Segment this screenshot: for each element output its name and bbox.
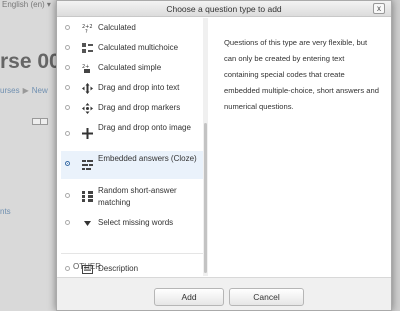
question-type-label: Drag and drop markers [98,103,181,112]
list-item-drag-drop-image[interactable]: Drag and drop onto image [61,120,203,148]
block-control-icon[interactable] [32,118,48,125]
question-type-label: Random short-answer matching [98,186,177,207]
radio-drag-drop-image[interactable] [65,131,70,136]
list-item-description-row[interactable]: Description [61,262,203,276]
radio-calculated[interactable] [65,25,70,30]
select-missing-words-icon [84,221,91,226]
embedded-answers-icon [82,160,93,170]
radio-calculated-multichoice[interactable] [65,45,70,50]
radio-embedded-answers[interactable] [65,161,70,166]
question-type-label: Embedded answers (Cloze) [98,154,197,163]
radio-select-missing-words[interactable] [65,220,70,225]
add-button[interactable]: Add [154,288,224,306]
calculated-multichoice-icon [82,43,93,53]
course-title: rse 00 [0,50,61,73]
radio-description[interactable] [65,266,70,271]
question-type-label: Calculated [98,23,136,32]
radio-calculated-simple[interactable] [65,65,70,70]
question-type-label: Drag and drop into text [98,83,180,92]
list-item-select-missing-words[interactable]: Select missing words [61,215,203,231]
calculated-simple-icon: 2+ [82,64,90,73]
question-type-label: Description [98,264,139,273]
breadcrumb-courses[interactable]: urses [0,86,20,95]
list-item-calculated-multichoice[interactable]: Calculated multichoice [61,40,203,56]
breadcrumb-separator-icon: ▶ [22,86,29,95]
list-item-embedded-answers[interactable]: Embedded answers (Cloze) [61,151,203,179]
list-item-drag-drop-text[interactable]: Drag and drop into text [61,80,203,96]
breadcrumb-new[interactable]: New [32,86,48,95]
language-menu[interactable]: English (en) ▾ [2,0,51,9]
radio-random-matching[interactable] [65,193,70,198]
radio-drag-drop-markers[interactable] [65,105,70,110]
calculated-icon: 2+2 ? [82,24,93,34]
list-item-calculated[interactable]: 2+2 ? Calculated [61,20,203,36]
cancel-button[interactable]: Cancel [229,288,304,306]
question-type-label: Drag and drop onto image [98,123,191,132]
list-item-random-matching[interactable]: Random short-answer matching [61,183,203,211]
drag-drop-image-icon [82,128,93,139]
dialog-footer: Add Cancel [57,277,391,310]
description-icon [82,265,93,274]
breadcrumb: urses ▶ New [0,86,48,95]
list-item-drag-drop-markers[interactable]: Drag and drop markers [61,100,203,116]
question-type-label: Calculated multichoice [98,43,179,52]
question-type-label: Select missing words [98,218,174,227]
scrollbar-thumb[interactable] [204,123,207,273]
side-link[interactable]: nts [0,207,11,216]
question-description: Questions of this type are very flexible… [224,38,379,111]
list-item-calculated-simple[interactable]: 2+ Calculated simple [61,60,203,76]
drag-drop-markers-icon [82,103,93,114]
svg-text:?: ? [85,29,88,34]
radio-drag-drop-text[interactable] [65,85,70,90]
dialog-titlebar: Choose a question type to add x [57,1,391,17]
random-matching-icon [82,191,93,202]
question-type-label: Calculated simple [98,63,162,72]
close-button[interactable]: x [373,3,385,14]
drag-drop-text-icon [82,83,93,94]
section-divider [61,253,203,254]
question-type-list: 2+2 ? Calculated Calculated multichoice … [61,18,204,276]
question-type-dialog: Choose a question type to add x 2+2 ? Ca… [56,0,392,311]
dialog-title: Choose a question type to add [166,4,282,14]
